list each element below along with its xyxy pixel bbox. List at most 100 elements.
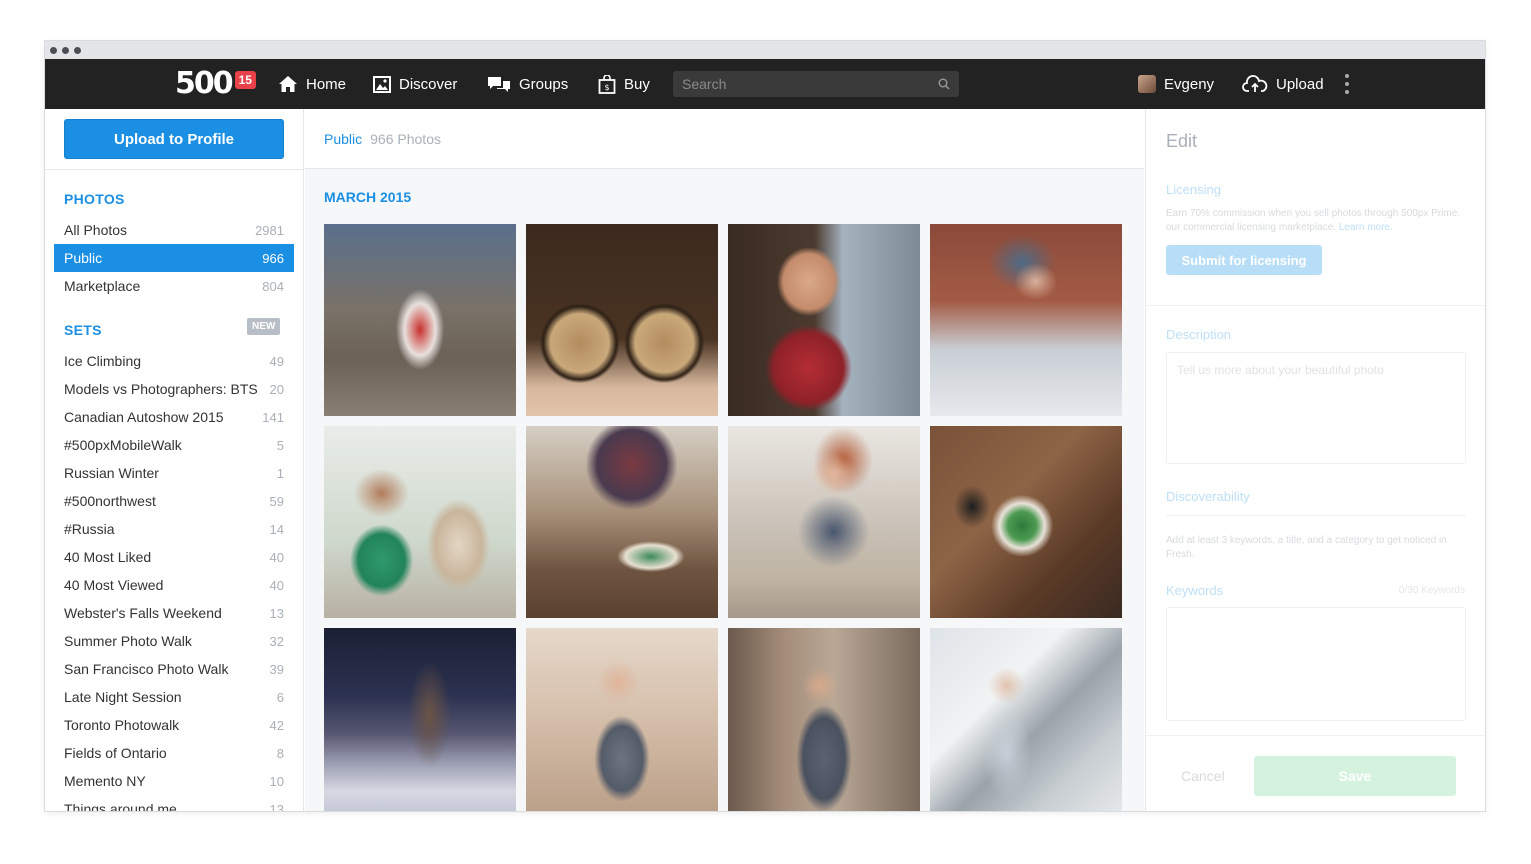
sidebar-set-item[interactable]: San Francisco Photo Walk 39 [54,655,294,683]
sidebar-set-item[interactable]: Late Night Session 6 [54,683,294,711]
new-badge: NEW [247,318,281,335]
photo-thumbnail[interactable] [930,224,1122,416]
save-button[interactable]: Save [1254,756,1456,796]
photo-thumbnail[interactable] [728,426,920,618]
sidebar-set-item[interactable]: Webster's Falls Weekend 13 [54,599,294,627]
sidebar-item-label: Marketplace [64,278,141,294]
sidebar-set-item[interactable]: Models vs Photographers: BTS 20 [54,375,294,403]
nav-discover-label: Discover [399,75,458,93]
sidebar-set-item[interactable]: Things around me 13 [54,795,294,811]
sidebar-set-item[interactable]: Fields of Ontario 8 [54,739,294,767]
nav-home[interactable]: Home [278,59,346,109]
nav-buy[interactable]: $ Buy [598,59,650,109]
discoverability-text: Add at least 3 keywords, a title, and a … [1166,535,1447,560]
licensing-description: Earn 70% commission when you sell photos… [1166,208,1461,233]
sidebar-item-marketplace[interactable]: Marketplace 804 [54,272,294,300]
sidebar-set-item[interactable]: #500pxMobileWalk 5 [54,431,294,459]
sidebar-item-count: 966 [262,250,284,266]
set-count: 8 [276,745,284,761]
logo[interactable]: 500 15 [175,69,256,99]
sidebar-item-all-photos[interactable]: All Photos 2981 [54,216,294,244]
set-count: 13 [269,801,284,812]
set-label: #Russia [64,521,115,537]
sidebar-set-item[interactable]: #500northwest 59 [54,487,294,515]
set-count: 32 [269,633,284,649]
photo-thumbnail[interactable] [728,224,920,416]
window-dot-icon[interactable] [62,46,69,54]
photo-thumbnail[interactable] [324,224,516,416]
sidebar-set-item[interactable]: Canadian Autoshow 2015 141 [54,403,294,431]
set-count: 141 [262,409,284,425]
keywords-count: 0/30 Keywords [1398,585,1465,596]
discoverability-progress [1166,515,1466,516]
sidebar-set-item[interactable]: Toronto Photowalk 42 [54,711,294,739]
set-label: Webster's Falls Weekend [64,605,222,621]
cancel-button[interactable]: Cancel [1181,768,1225,784]
edit-panel: Edit Licensing Earn 70% commission when … [1145,109,1485,811]
photo-count: 966 Photos [370,130,441,147]
image-icon [373,75,391,93]
edit-footer: Cancel Save [1146,735,1485,811]
sets-heading: SETS [64,322,102,338]
set-count: 59 [269,493,284,509]
licensing-text: Earn 70% commission when you sell photos… [1166,207,1466,235]
nav-discover[interactable]: Discover [373,59,457,109]
browser-window: 500 15 Home Discover Groups $ Buy Evgeny… [45,41,1485,811]
breadcrumb-public[interactable]: Public [324,131,362,147]
search-input[interactable] [673,71,959,97]
set-count: 40 [269,549,284,565]
learn-more-link[interactable]: Learn more. [1339,222,1393,233]
window-dot-icon[interactable] [50,46,57,54]
sidebar-set-item[interactable]: Russian Winter 1 [54,459,294,487]
set-label: Summer Photo Walk [64,633,192,649]
nav-upload[interactable]: Upload [1242,59,1324,109]
sidebar-set-item[interactable]: 40 Most Viewed 40 [54,571,294,599]
sidebar-set-item[interactable]: 40 Most Liked 40 [54,543,294,571]
set-label: Toronto Photowalk [64,717,180,733]
edit-title: Edit [1166,131,1198,151]
description-field[interactable] [1166,352,1466,464]
sidebar-set-item[interactable]: Summer Photo Walk 32 [54,627,294,655]
photo-thumbnail[interactable] [526,628,718,811]
sidebar-set-item[interactable]: Ice Climbing 49 [54,347,294,375]
user-menu[interactable]: Evgeny [1138,59,1214,109]
window-dot-icon[interactable] [74,46,81,54]
nav-buy-label: Buy [624,75,650,93]
photo-thumbnail[interactable] [728,628,920,811]
set-count: 1 [276,465,284,481]
set-count: 5 [276,437,284,453]
discoverability-label: Discoverability [1166,489,1250,504]
nav-home-label: Home [306,75,347,93]
nav-groups[interactable]: Groups [487,59,568,109]
photo-thumbnail[interactable] [930,628,1122,811]
keywords-label: Keywords [1166,583,1224,598]
sidebar-item-count: 804 [262,278,284,294]
notification-badge[interactable]: 15 [234,71,256,89]
sidebar-set-item[interactable]: #Russia 14 [54,515,294,543]
more-menu-icon[interactable] [1345,74,1349,94]
set-label: Fields of Ontario [64,745,167,761]
search-icon[interactable] [938,78,950,90]
nav-upload-label: Upload [1276,75,1324,93]
set-count: 14 [269,521,284,537]
sidebar-item-public[interactable]: Public 966 [54,244,294,272]
photo-thumbnail[interactable] [526,426,718,618]
svg-text:$: $ [604,83,609,92]
photo-thumbnail[interactable] [324,426,516,618]
photo-library: Public 966 Photos MARCH 2015 [305,109,1144,811]
keywords-field[interactable] [1166,607,1466,721]
set-count: 10 [269,773,284,789]
user-name: Evgeny [1164,75,1215,93]
submit-for-licensing-button[interactable]: Submit for licensing [1166,245,1322,275]
description-label: Description [1166,327,1232,342]
photo-thumbnail[interactable] [324,628,516,811]
sidebar-set-item[interactable]: Memento NY 10 [54,767,294,795]
home-icon [279,76,297,92]
set-label: Russian Winter [64,465,159,481]
set-label: Models vs Photographers: BTS [64,381,258,397]
photo-thumbnail[interactable] [930,426,1122,618]
upload-to-profile-button[interactable]: Upload to Profile [64,119,284,159]
sidebar-item-label: All Photos [64,222,128,238]
set-label: Memento NY [64,773,146,789]
photo-thumbnail[interactable] [526,224,718,416]
